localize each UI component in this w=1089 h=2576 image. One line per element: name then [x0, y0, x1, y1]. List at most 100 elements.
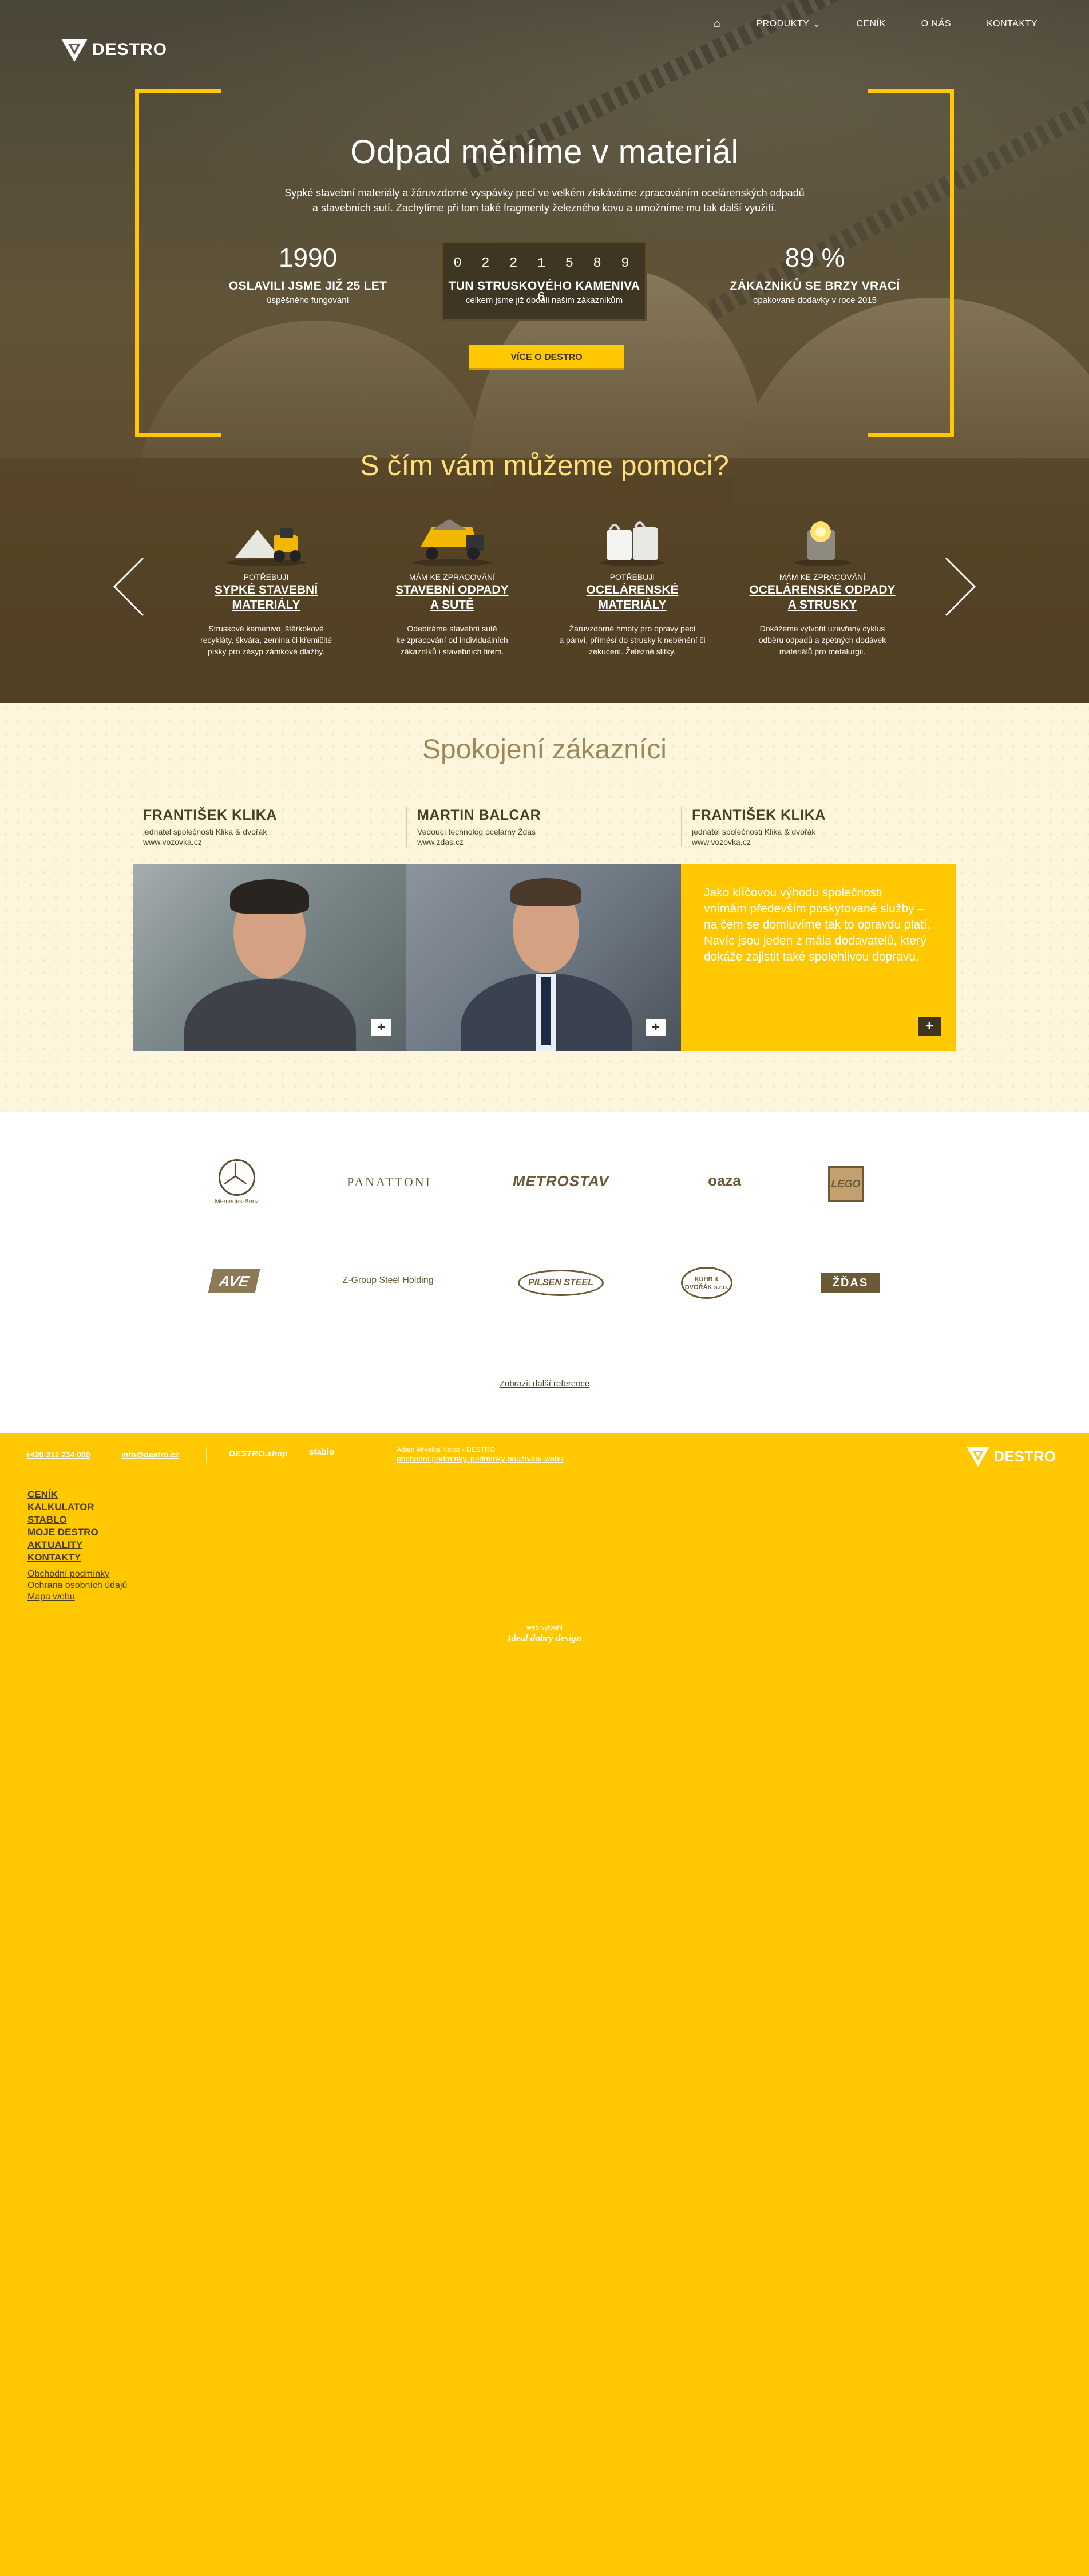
logo-lego[interactable]: LEGO [828, 1166, 864, 1202]
person-name: MARTIN BALCAR [417, 807, 541, 823]
footer-phone-link[interactable]: +420 311 234 000 [26, 1450, 90, 1459]
person-link[interactable]: www.vozovka.cz [143, 837, 396, 847]
card-name[interactable]: OCELÁRENSKÉ MATERIÁLY [547, 583, 718, 613]
footer-menu-gap [27, 1564, 127, 1568]
card-name[interactable]: OCELÁRENSKÉ ODPADY A STRUSKY [736, 583, 908, 613]
footer-email-link[interactable]: info@destro.cz [121, 1450, 179, 1459]
person-name: FRANTIŠEK KLIKA [143, 807, 277, 823]
expand-plus-icon[interactable]: + [918, 1017, 941, 1036]
card-name-line: MATERIÁLY [598, 598, 667, 611]
card-text-line: recykláty, škvára, zemina či křemičité [200, 635, 332, 645]
legal-line: Adam Mrvalka Karas - DESTRO [397, 1445, 496, 1453]
footer-destro-shop-logo[interactable]: DESTRO.shop [229, 1449, 288, 1459]
testimonials-title: Spokojení zákazníci [422, 734, 667, 765]
carousel-prev-arrow-icon[interactable] [112, 555, 146, 618]
person-hair [230, 879, 309, 914]
card-name-line: A SUTĚ [430, 598, 474, 611]
site-logo[interactable]: DESTRO [60, 37, 167, 63]
stat-label: ZÁKAZNÍKŮ SE BRZY VRACÍ [730, 279, 900, 293]
footer-divider [206, 1447, 207, 1463]
logo-zgroup[interactable]: Z-Group Steel Holding [331, 1275, 445, 1286]
nav-item-cenik[interactable]: CENÍK [856, 19, 885, 29]
person-link[interactable]: www.vozovka.cz [692, 837, 944, 847]
stat-label: TUN STRUSKOVÉHO KAMENIVA [448, 279, 640, 293]
testimonial-photo[interactable]: + [133, 864, 406, 1051]
person-hair [510, 878, 581, 906]
card-name-line: SYPKÉ STAVEBNÍ [214, 583, 318, 596]
footer [0, 1433, 1089, 2576]
stat-returning: 89 % ZÁKAZNÍKŮ SE BRZY VRACÍ opakované d… [712, 240, 918, 305]
logo-mercedes[interactable]: Mercedes-Benz [208, 1159, 266, 1205]
chevron-down-icon: ⌄ [813, 19, 821, 29]
testimonial-photo[interactable]: + [406, 864, 681, 1051]
carousel-next-arrow-icon[interactable] [943, 555, 977, 618]
footer-menu-item[interactable]: CENÍK [27, 1488, 127, 1501]
card-name[interactable]: STAVEBNÍ ODPADY A SUTĚ [366, 583, 538, 613]
expand-plus-icon[interactable]: + [371, 1019, 391, 1036]
subtitle-line: Sypké stavební materiály a žáruvzdorné v… [284, 187, 805, 199]
card-text: Dokážeme vytvořit uzavřený cyklus odběru … [736, 623, 908, 657]
footer-sub-item[interactable]: Mapa webu [27, 1591, 127, 1603]
stat-desc: opakované dodávky v roce 2015 [753, 295, 877, 305]
nav-label: PRODUKTY [756, 18, 810, 29]
logo-oaza[interactable]: oaza [696, 1172, 753, 1190]
logo-metrostav[interactable]: METROSTAV [504, 1172, 618, 1190]
service-card[interactable]: MÁM KE ZPRACOVÁNÍ OCELÁRENSKÉ ODPADY A ST… [736, 512, 908, 657]
nav-item-produkty[interactable]: PRODUKTY ⌄ [756, 18, 821, 30]
card-text-line: Dokážeme vytvořit uzavřený cyklus [759, 624, 885, 633]
card-text-line: materiálů pro metalurgii. [779, 647, 866, 656]
footer-menu-item[interactable]: KONTAKTY [27, 1551, 127, 1564]
card-text-line: zákazníků i stavebních firem. [400, 647, 504, 656]
nav-item-o-nas[interactable]: O NÁS [921, 19, 951, 29]
footer-credit[interactable]: web vytvořil Ideal dobrý design [0, 1623, 1089, 1644]
more-references-link[interactable]: Zobrazit další reference [0, 1379, 1089, 1389]
logo-pilsen-steel[interactable]: PILSEN STEEL [518, 1270, 604, 1296]
footer-stablo-logo[interactable]: stablo [309, 1447, 334, 1457]
service-card[interactable]: POTŘEBUJI OCELÁRENSKÉ MATERIÁLY Žáruvzdor… [547, 512, 718, 657]
stat-desc: úspěšného fungování [267, 295, 349, 305]
footer-menu-item[interactable]: MOJE DESTRO [27, 1526, 127, 1539]
hero-subtitle: Sypké stavební materiály a žáruvzdorné v… [0, 185, 1089, 215]
card-text-line: Odebíráme stavební sutě [407, 624, 497, 633]
stat-counter-wrap: 0 2 2 1 5 8 9 6 [441, 240, 647, 321]
more-about-button[interactable]: VÍCE O DESTRO [469, 345, 624, 370]
testimonial-person: FRANTIŠEK KLIKA jednatel společnosti Kli… [133, 807, 396, 847]
person-link[interactable]: www.zdas.cz [417, 837, 670, 847]
footer-menu: CENÍK KALKULATOR STABLO MOJE DESTRO AKTU… [27, 1488, 127, 1603]
logo-panattoni[interactable]: PANATTONI [326, 1175, 452, 1190]
stat-tons: 0 2 2 1 5 8 9 6 TUN STRUSKOVÉHO KAMENIVA… [441, 240, 647, 321]
logo-ave[interactable]: AVE [208, 1269, 260, 1293]
person-name: FRANTIŠEK KLIKA [692, 807, 826, 823]
logo-kuhr-dvorak[interactable]: KUHR & DVOŘÁK s.r.o. [681, 1267, 732, 1299]
card-name-line: OCELÁRENSKÉ [586, 583, 679, 596]
footer-sub-item[interactable]: Ochrana osobních údajů [27, 1580, 127, 1591]
legal-links[interactable]: obchodní podmínky, podmínky používání we… [397, 1454, 564, 1463]
card-name-line: A STRUSKY [787, 598, 857, 611]
card-text-line: Žáruvzdorné hmoty pro opravy pecí [569, 624, 696, 633]
person-role: jednatel společnosti Klika & dvořák [692, 827, 816, 836]
card-pre: MÁM KE ZPRACOVÁNÍ [409, 572, 496, 582]
card-text-line: Struskové kamenivo, štěrkokové [208, 624, 324, 633]
quote-line: Navíc jsou jeden z mála dodavatelů, kter… [704, 934, 926, 947]
nav-item-kontakty[interactable]: KONTAKTY [987, 19, 1037, 29]
card-name-line: OCELÁRENSKÉ ODPADY [749, 583, 896, 596]
testimonial-person: FRANTIŠEK KLIKA jednatel společnosti Kli… [681, 807, 944, 847]
card-name[interactable]: SYPKÉ STAVEBNÍ MATERIÁLY [180, 583, 352, 613]
footer-menu-item[interactable]: KALKULATOR [27, 1501, 127, 1514]
card-text-line: a pánví, přímésí do strusky k neběnéní č… [559, 635, 706, 645]
stat-value: 89 % [785, 243, 845, 272]
stat-desc: celkem jsme již dodali našim zákazníkům [465, 295, 623, 305]
footer-menu-item[interactable]: STABLO [27, 1514, 127, 1526]
footer-logo[interactable]: DESTRO [965, 1445, 1056, 1468]
quote-line: dokáže zajistit také spolehlivou dopravu… [704, 950, 919, 963]
expand-plus-icon[interactable]: + [646, 1019, 666, 1036]
card-text-line: zekucení. Železné slitky. [589, 647, 676, 656]
service-card[interactable]: MÁM KE ZPRACOVÁNÍ STAVEBNÍ ODPADY A SUTĚ … [366, 512, 538, 657]
footer-sub-item[interactable]: Obchodní podmínky [27, 1568, 127, 1580]
home-icon[interactable]: ⌂ [714, 17, 721, 30]
mercedes-star-icon [219, 1159, 255, 1196]
service-card[interactable]: POTŘEBUJI SYPKÉ STAVEBNÍ MATERIÁLY Strusk… [180, 512, 352, 657]
card-pre: POTŘEBUJI [243, 572, 289, 582]
logo-zdas[interactable]: ŽĎAS [821, 1273, 880, 1293]
footer-menu-item[interactable]: AKTUALITY [27, 1539, 127, 1551]
